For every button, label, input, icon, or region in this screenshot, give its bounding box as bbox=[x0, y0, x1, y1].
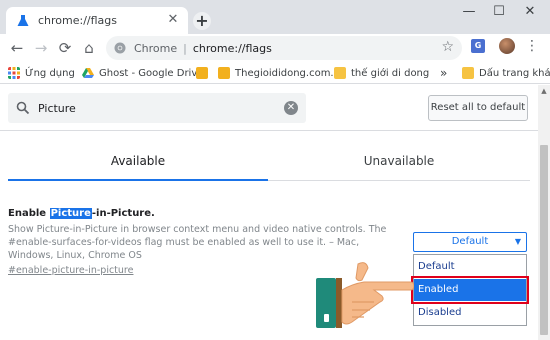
search-highlight: Picture bbox=[49, 208, 92, 219]
flag-anchor-link[interactable]: #enable-picture-in-picture bbox=[8, 265, 133, 276]
apps-grid-icon bbox=[8, 67, 20, 79]
option-enabled[interactable]: Enabled bbox=[411, 276, 529, 304]
menu-icon[interactable]: ⋮ bbox=[525, 37, 539, 55]
chrome-logo-icon bbox=[114, 42, 126, 54]
tab-title: chrome://flags bbox=[38, 14, 118, 27]
new-tab-button[interactable]: + bbox=[193, 12, 211, 30]
search-input[interactable]: Picture ✕ bbox=[8, 93, 306, 123]
bookmark-label: Ứng dụng bbox=[25, 67, 75, 79]
omnibox-url: chrome://flags bbox=[192, 41, 272, 55]
dropdown-caret-icon: ▼ bbox=[514, 237, 521, 246]
flag-title-prefix: Enable bbox=[8, 208, 50, 219]
omnibox-origin: Chrome bbox=[134, 41, 178, 55]
flask-icon bbox=[17, 14, 29, 26]
bookmarks-overflow[interactable]: » bbox=[440, 65, 447, 81]
scrollbar-thumb[interactable] bbox=[540, 145, 548, 335]
folder-icon bbox=[334, 67, 346, 79]
back-button[interactable]: ← bbox=[8, 39, 26, 57]
minimize-button[interactable]: — bbox=[455, 4, 483, 20]
reload-button[interactable]: ⟳ bbox=[56, 39, 74, 57]
tab-close-icon[interactable]: ✕ bbox=[166, 13, 180, 27]
bookmark-folder-tgdd[interactable]: thế giới di dong bbox=[334, 65, 429, 81]
bookmark-label: Thegioididong.com... bbox=[235, 67, 340, 79]
reset-all-button[interactable]: Reset all to default bbox=[428, 95, 528, 121]
bookmark-star-icon[interactable]: ☆ bbox=[441, 39, 454, 55]
bookmark-runner[interactable] bbox=[196, 65, 213, 81]
search-value: Picture bbox=[38, 101, 76, 115]
pointing-hand-illustration bbox=[316, 262, 414, 328]
maximize-button[interactable]: ☐ bbox=[485, 4, 513, 20]
bookmarks-bar: Ứng dụng Ghost - Google Drive Thegioidid… bbox=[0, 62, 550, 84]
address-bar[interactable]: Chrome | chrome://flags ☆ bbox=[106, 36, 462, 60]
select-value: Default bbox=[451, 236, 489, 247]
bookmark-label: thế giới di dong bbox=[351, 67, 430, 79]
bookmark-label: Dấu trang khác bbox=[479, 67, 550, 79]
tab-flags[interactable]: chrome://flags ✕ bbox=[6, 7, 188, 34]
forward-button[interactable]: → bbox=[32, 39, 50, 57]
flag-description: Show Picture-in-Picture in browser conte… bbox=[8, 224, 387, 261]
toolbar: ← → ⟳ ⌂ Chrome | chrome://flags ☆ bbox=[0, 34, 550, 62]
home-button[interactable]: ⌂ bbox=[80, 39, 98, 57]
flags-tabs: Available Unavailable bbox=[0, 143, 538, 181]
bookmark-apps[interactable]: Ứng dụng bbox=[8, 65, 75, 81]
flags-header: Picture ✕ Reset all to default bbox=[0, 85, 538, 131]
profile-avatar[interactable] bbox=[499, 38, 515, 54]
runner-icon bbox=[196, 67, 208, 79]
folder-icon bbox=[462, 67, 474, 79]
google-drive-icon bbox=[82, 68, 94, 78]
option-disabled[interactable]: Disabled bbox=[414, 302, 526, 324]
bookmark-other[interactable]: Dấu trang khác bbox=[462, 65, 550, 81]
flag-title-suffix: -in-Picture. bbox=[91, 208, 155, 219]
omnibox-separator: | bbox=[183, 41, 187, 55]
translate-extension-icon[interactable]: G bbox=[471, 39, 485, 53]
tab-unavailable[interactable]: Unavailable bbox=[268, 143, 530, 181]
tab-strip: chrome://flags ✕ + — ☐ ✕ bbox=[0, 0, 550, 34]
bookmark-google-drive[interactable]: Ghost - Google Drive bbox=[82, 65, 203, 81]
select-options-list: Default Enabled Disabled bbox=[411, 254, 529, 326]
bookmark-thegioididong[interactable]: Thegioididong.com... bbox=[218, 65, 340, 81]
tab-available[interactable]: Available bbox=[8, 143, 268, 181]
flag-state-select[interactable]: Default ▼ bbox=[413, 232, 527, 252]
close-window-button[interactable]: ✕ bbox=[516, 4, 544, 20]
vertical-scrollbar[interactable]: ▲ bbox=[538, 85, 550, 340]
flag-title: Enable Picture-in-Picture. bbox=[8, 208, 155, 219]
clear-search-icon[interactable]: ✕ bbox=[284, 101, 298, 115]
runner-icon bbox=[218, 67, 230, 79]
bookmark-label: Ghost - Google Drive bbox=[99, 67, 204, 79]
chevron-icon: » bbox=[440, 66, 448, 80]
option-default[interactable]: Default bbox=[414, 256, 526, 278]
search-icon bbox=[16, 101, 30, 115]
scroll-up-icon[interactable]: ▲ bbox=[540, 87, 548, 95]
